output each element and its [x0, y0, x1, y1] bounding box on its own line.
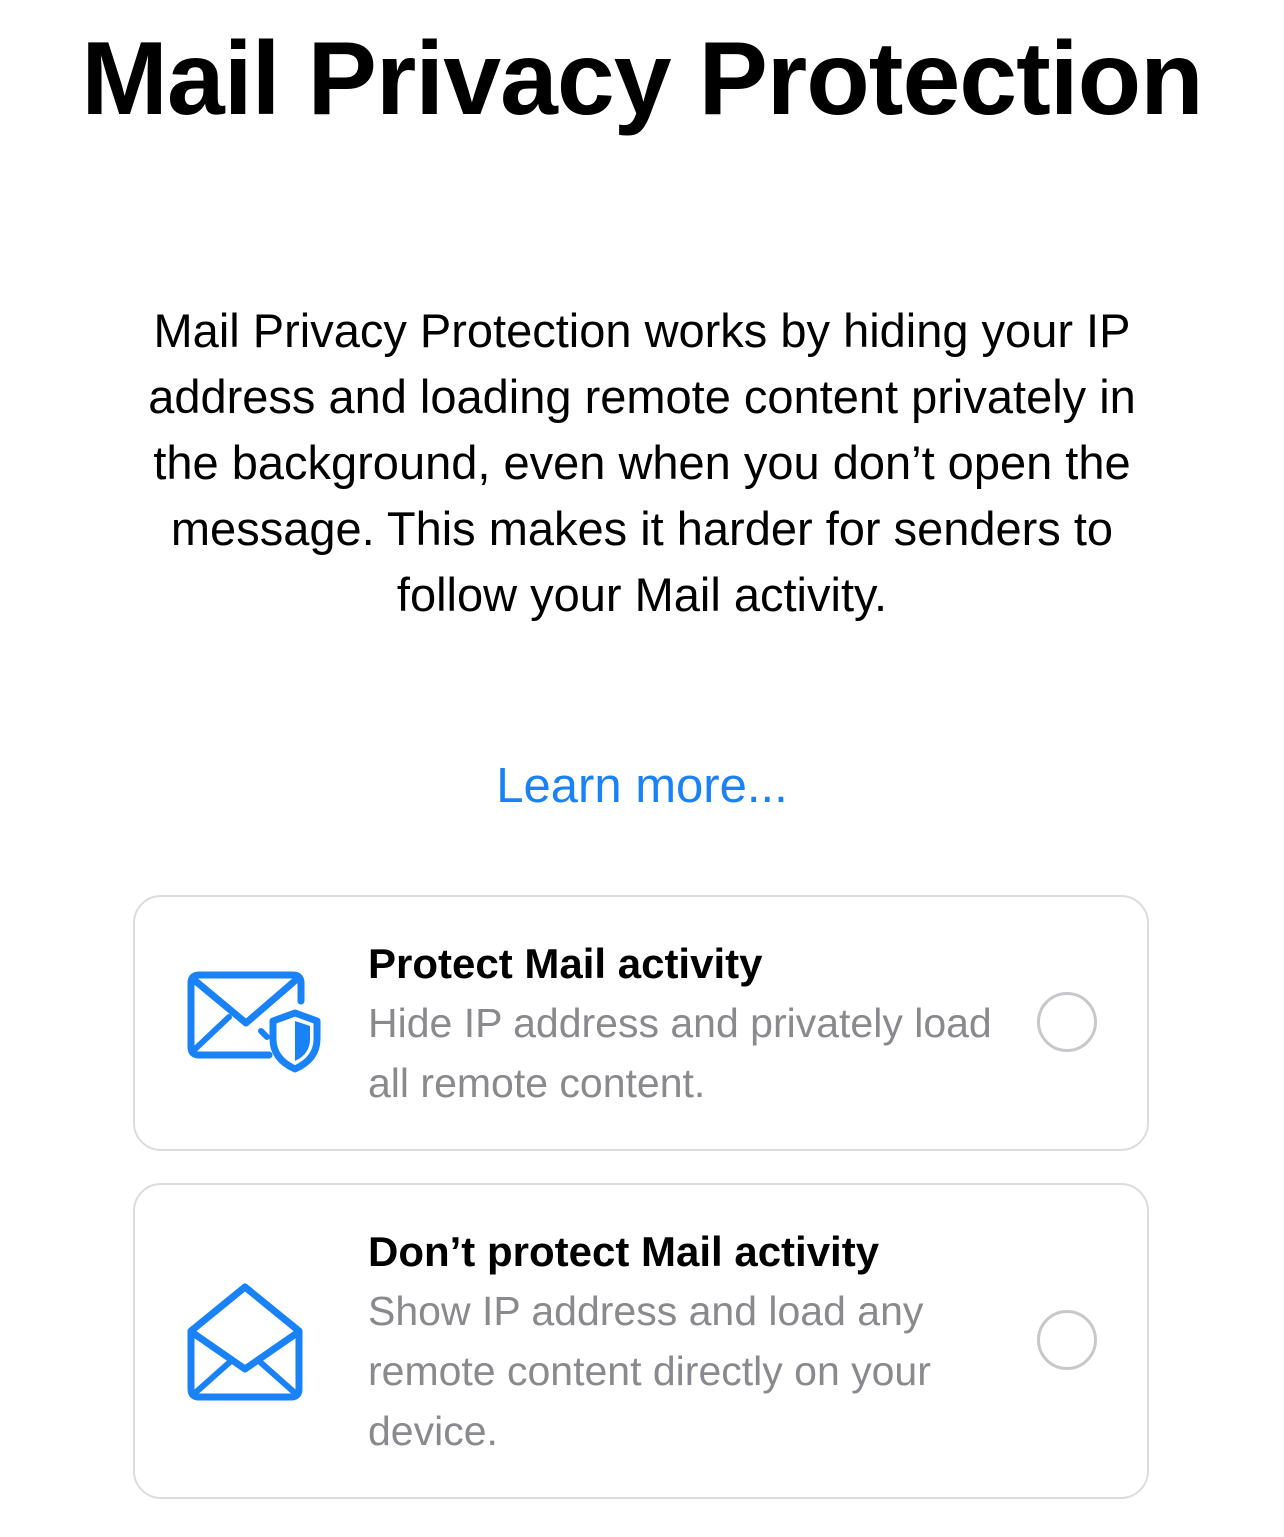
- option-dont-protect-mail-activity[interactable]: Don’t protect Mail activity Show IP addr…: [133, 1183, 1149, 1499]
- open-envelope-icon: [185, 1281, 305, 1410]
- option-protect-mail-activity[interactable]: Protect Mail activity Hide IP address an…: [133, 895, 1149, 1151]
- option-subtitle: Hide IP address and privately load all r…: [368, 1000, 992, 1106]
- option-title: Don’t protect Mail activity: [368, 1228, 880, 1275]
- page-title: Mail Privacy Protection: [81, 21, 1203, 137]
- learn-more-link[interactable]: Learn more...: [0, 754, 1284, 818]
- radio-dont-protect-mail-activity[interactable]: [1037, 1310, 1097, 1370]
- option-title: Protect Mail activity: [368, 940, 763, 987]
- option-subtitle: Show IP address and load any remote cont…: [368, 1288, 931, 1454]
- envelope-shield-icon: [185, 971, 325, 1080]
- radio-protect-mail-activity[interactable]: [1037, 992, 1097, 1052]
- description-text: Mail Privacy Protection works by hiding …: [148, 304, 1136, 621]
